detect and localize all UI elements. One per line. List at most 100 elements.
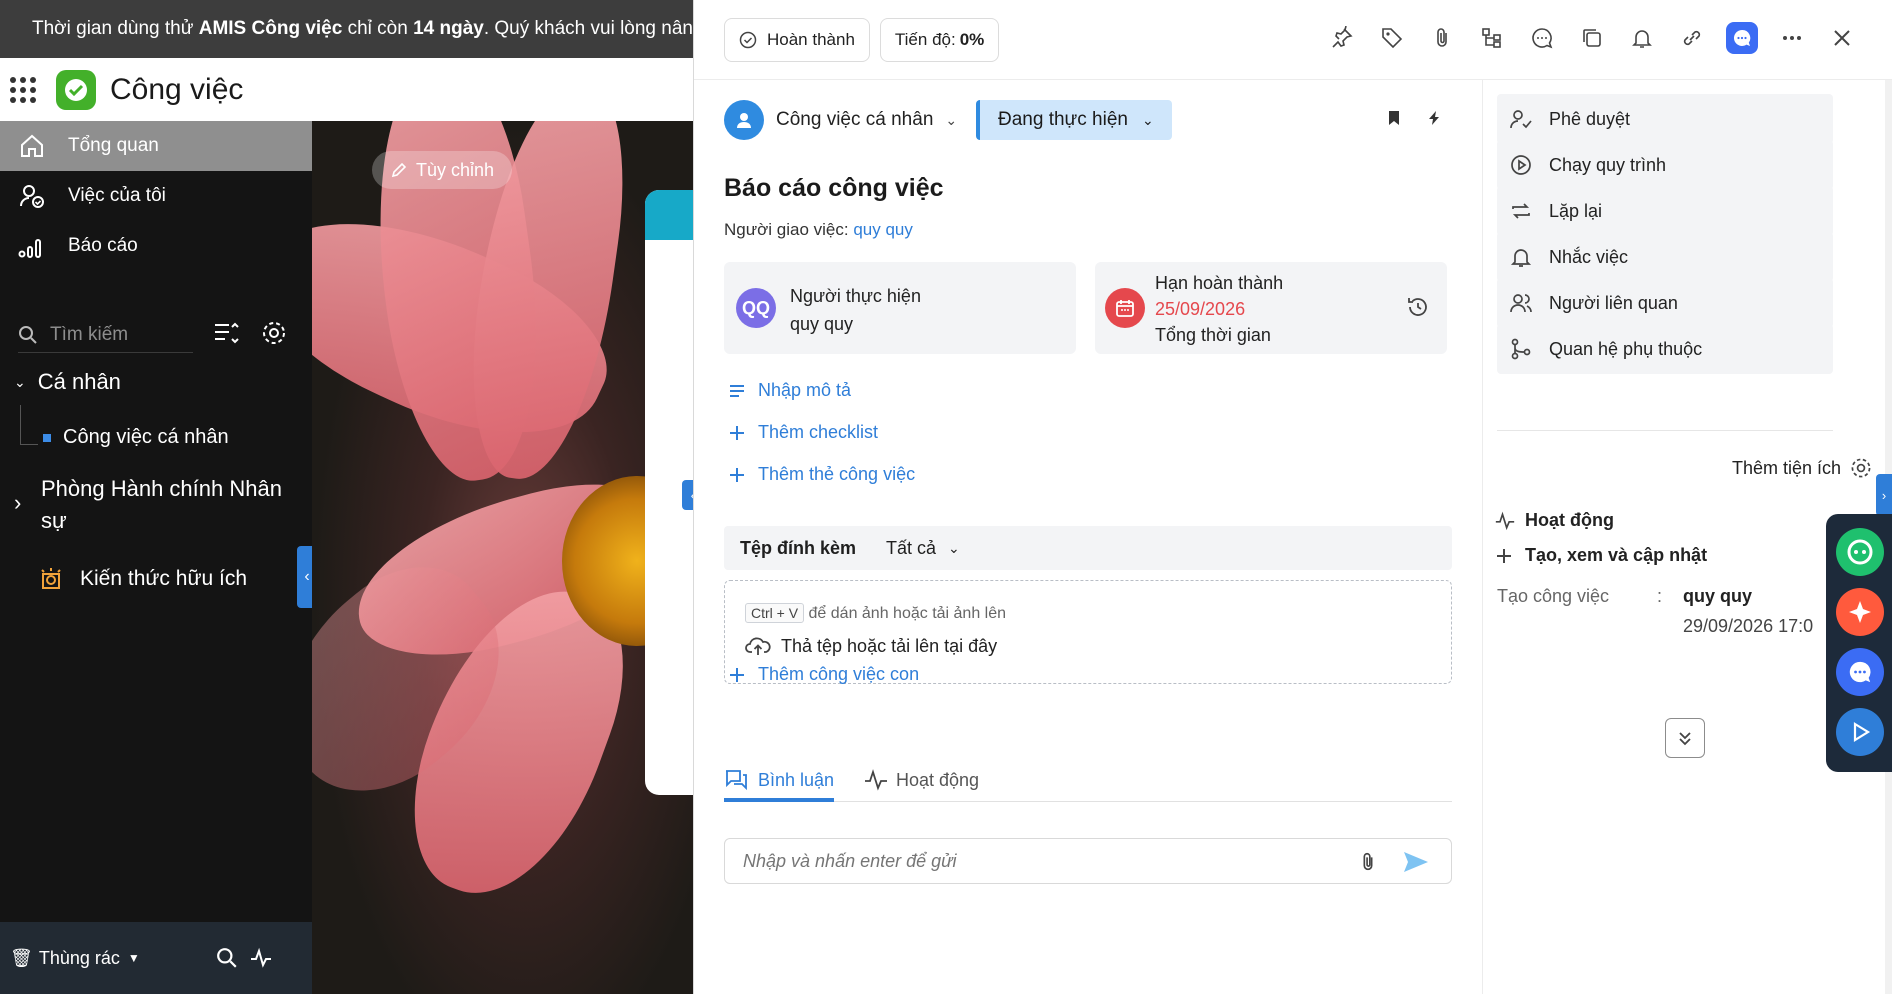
status-dropdown[interactable]: Đang thực hiện ⌄	[976, 100, 1172, 140]
sidebar-item-overview[interactable]: Tổng quan	[0, 121, 312, 171]
util-repeat[interactable]: Lặp lại	[1497, 186, 1833, 236]
progress-button[interactable]: Tiến độ: 0%	[879, 17, 1000, 62]
trial-banner: Thời gian dùng thử AMIS Công việc chỉ cò…	[0, 0, 700, 58]
add-description-button[interactable]: Nhập mô tả	[728, 380, 851, 401]
util-dependency[interactable]: Quan hệ phụ thuộc	[1497, 324, 1833, 374]
copy-icon[interactable]	[1576, 22, 1608, 54]
customize-button[interactable]: Tùy chỉnh	[372, 151, 512, 189]
chevron-down-icon[interactable]: ⌄	[948, 540, 960, 557]
approval-icon	[1510, 110, 1532, 129]
search-icon[interactable]	[216, 947, 238, 969]
gear-icon[interactable]	[260, 319, 288, 347]
log-action: Tạo công việc	[1497, 586, 1610, 606]
assigner-label: Người giao việc:	[724, 220, 854, 239]
tag-icon[interactable]	[1376, 22, 1408, 54]
bell-icon[interactable]	[1626, 22, 1658, 54]
tree-department[interactable]: › Phòng Hành chính Nhân sự	[14, 473, 304, 537]
sidebar-item-label: Việc của tôi	[68, 185, 166, 206]
attachments-filter[interactable]: Tất cả	[886, 538, 936, 559]
task-detail-drawer: Hoàn thành Tiến độ: 0% Công việc cá nhân…	[693, 0, 1892, 994]
sidebar-footer: 🗑 Thùng rác ▼	[0, 922, 312, 994]
comment-composer[interactable]	[724, 838, 1452, 884]
util-approval[interactable]: Phê duyệt	[1497, 94, 1833, 144]
attachments-header: Tệp đính kèm Tất cả ⌄	[724, 526, 1452, 570]
progress-value: 0%	[959, 29, 985, 49]
pin-icon[interactable]	[1326, 22, 1358, 54]
deadline-card[interactable]: Hạn hoàn thành 25/09/2026 Tổng thời gian	[1095, 262, 1447, 354]
tree-department-label: Phòng Hành chính Nhân sự	[41, 476, 282, 533]
app-header: Công việc	[0, 58, 700, 121]
sidebar-item-label: Báo cáo	[68, 235, 138, 256]
chevron-down-icon: ▼	[127, 951, 140, 965]
task-title[interactable]: Báo cáo công việc	[724, 174, 944, 203]
util-label: Phê duyệt	[1549, 108, 1631, 129]
sidebar-search[interactable]: Tìm kiếm	[18, 317, 193, 353]
sort-filter-icon[interactable]	[212, 319, 240, 347]
add-subtask-button[interactable]: Thêm công việc con	[728, 664, 919, 685]
activity-pulse-icon[interactable]	[250, 947, 272, 969]
drawer-top-icons	[1326, 22, 1858, 54]
assigner-name-link[interactable]: quy quy	[853, 220, 913, 239]
check-circle-icon	[739, 31, 757, 48]
send-icon[interactable]	[1403, 851, 1429, 873]
paperclip-icon[interactable]	[1426, 22, 1458, 54]
expand-activity-button[interactable]	[1665, 718, 1705, 758]
plus-icon	[730, 425, 744, 440]
close-icon[interactable]	[1826, 22, 1858, 54]
assignee-label: Người thực hiện	[790, 286, 921, 306]
app-launcher-icon[interactable]	[10, 76, 36, 103]
project-selector[interactable]: Công việc cá nhân ⌄	[724, 100, 957, 140]
sidebar-item-reports[interactable]: Báo cáo	[0, 221, 312, 271]
side-panel-toggle[interactable]: ›	[1876, 474, 1892, 516]
tree-item-personal-work[interactable]: Công việc cá nhân	[43, 426, 229, 449]
add-utility-button[interactable]: Thêm tiện ích	[1732, 456, 1873, 480]
sidebar-item-knowledge[interactable]: Kiến thức hữu ích	[38, 566, 247, 592]
pencil-icon	[391, 162, 407, 178]
complete-button[interactable]: Hoàn thành	[724, 17, 870, 62]
tree-personal[interactable]: ⌄ Cá nhân	[14, 369, 121, 395]
util-label: Quan hệ phụ thuộc	[1549, 338, 1703, 359]
util-related-people[interactable]: Người liên quan	[1497, 278, 1833, 328]
bookmark-icon[interactable]	[1386, 110, 1402, 126]
assistant-bot-icon[interactable]	[1836, 528, 1884, 576]
add-tag-button[interactable]: Thêm thẻ công việc	[728, 464, 915, 485]
play-icon[interactable]	[1836, 708, 1884, 756]
log-colon: :	[1657, 586, 1663, 606]
flash-icon[interactable]	[1426, 110, 1442, 126]
sidebar-item-my-tasks[interactable]: Việc của tôi	[0, 171, 312, 221]
chevron-down-icon: ⌄	[14, 373, 26, 390]
chevron-down-icon: ⌄	[945, 111, 958, 128]
user-task-icon	[20, 185, 44, 208]
util-reminder[interactable]: Nhắc việc	[1497, 232, 1833, 282]
double-chevron-down-icon	[1679, 732, 1691, 746]
tab-activity[interactable]: Hoạt động	[864, 762, 979, 798]
activity-create-toggle[interactable]: Tạo, xem và cập nhật	[1495, 545, 1707, 566]
paste-hint: Ctrl + V để dán ảnh hoặc tải ảnh lên	[745, 603, 1006, 623]
history-icon[interactable]	[1405, 294, 1431, 320]
deadline-label: Hạn hoàn thành	[1155, 273, 1284, 293]
ai-sparkle-icon[interactable]	[1836, 588, 1884, 636]
tab-comments[interactable]: Bình luận	[724, 762, 835, 802]
more-options-icon[interactable]	[1776, 22, 1808, 54]
trash-label[interactable]: Thùng rác	[39, 948, 120, 969]
knowledge-label: Kiến thức hữu ích	[80, 567, 248, 590]
comment-icon[interactable]	[1526, 22, 1558, 54]
add-checklist-button[interactable]: Thêm checklist	[728, 422, 878, 443]
link-icon[interactable]	[1676, 22, 1708, 54]
util-label: Nhắc việc	[1549, 246, 1629, 267]
activity-title: Hoạt động	[1525, 510, 1614, 530]
chat-bubble-icon[interactable]	[1836, 648, 1884, 696]
users-icon	[1510, 294, 1532, 313]
util-run-workflow[interactable]: Chạy quy trình	[1497, 140, 1833, 190]
add-subtask-label: Thêm công việc con	[758, 664, 920, 684]
subtask-tree-icon[interactable]	[1476, 22, 1508, 54]
comment-input[interactable]	[743, 850, 1343, 872]
add-tag-label: Thêm thẻ công việc	[758, 464, 916, 484]
tree-item-label: Công việc cá nhân	[63, 426, 229, 448]
paperclip-icon[interactable]	[1357, 851, 1379, 873]
chat-bubble-icon[interactable]	[1726, 22, 1758, 54]
task-main-column: Công việc cá nhân ⌄ Đang thực hiện ⌄ Báo…	[694, 80, 1482, 994]
assignee-card[interactable]: QQ Người thực hiện quy quy	[724, 262, 1076, 354]
play-circle-icon	[1511, 155, 1531, 175]
divider	[1497, 430, 1833, 431]
